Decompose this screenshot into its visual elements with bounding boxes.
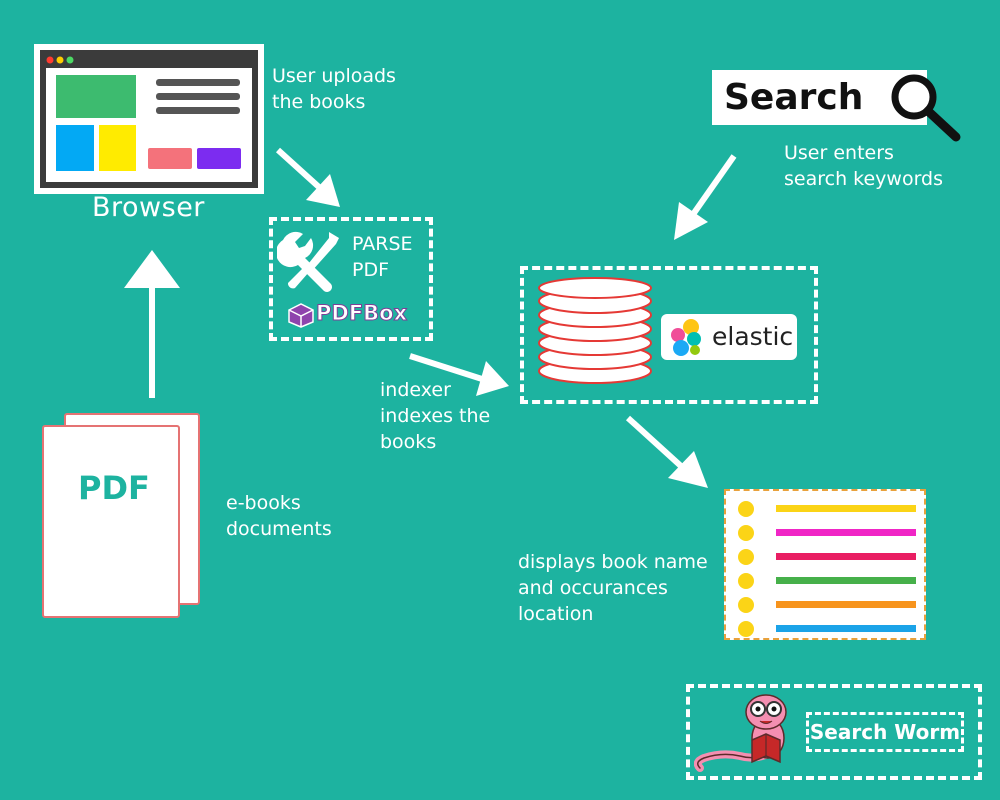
- result-bullet: [738, 621, 754, 637]
- results-caption: displays book name and occurances locati…: [518, 551, 708, 625]
- database-icon: [537, 276, 655, 394]
- result-line: [776, 505, 916, 512]
- result-line: [776, 601, 916, 608]
- arrow-index-to-results: [625, 415, 708, 488]
- upload-caption: User uploads the books: [272, 65, 396, 113]
- pdf-front-page: [42, 425, 180, 618]
- worm-icon: [693, 690, 804, 776]
- indexer-caption: indexer indexes the books: [380, 379, 491, 453]
- results-list: [724, 489, 926, 640]
- magnifier-icon: [888, 72, 964, 144]
- result-bullet: [738, 501, 754, 517]
- result-line: [776, 553, 916, 560]
- result-bullet: [738, 597, 754, 613]
- parse-caption: PARSE PDF: [352, 233, 413, 281]
- result-line: [776, 625, 916, 632]
- pdfbox-label: PDFBox: [315, 301, 408, 326]
- pdfbox-logo: PDFBox: [286, 300, 426, 330]
- result-line: [776, 529, 916, 536]
- search-label: Search: [724, 77, 864, 118]
- result-bullet: [738, 549, 754, 565]
- browser-label: Browser: [92, 192, 205, 223]
- ebooks-caption: e-books documents: [226, 492, 332, 540]
- result-bullet: [738, 525, 754, 541]
- tools-icon: [275, 228, 345, 294]
- result-bullet: [738, 573, 754, 589]
- pdf-label: PDF: [78, 469, 150, 507]
- browser-icon: [34, 44, 264, 194]
- search-caption: User enters search keywords: [784, 142, 944, 190]
- diagram-canvas: Browser User uploads the books Search Us…: [0, 0, 1000, 800]
- brand-label: Search Worm: [806, 712, 964, 752]
- elastic-label: elastic: [712, 322, 794, 351]
- arrow-pdf-to-browser: [124, 250, 180, 398]
- arrow-search-to-index: [674, 154, 737, 240]
- arrow-upload-to-parse: [275, 147, 340, 207]
- elastic-logo: elastic: [661, 314, 797, 360]
- result-line: [776, 577, 916, 584]
- pdf-documents-icon: PDF: [42, 413, 204, 620]
